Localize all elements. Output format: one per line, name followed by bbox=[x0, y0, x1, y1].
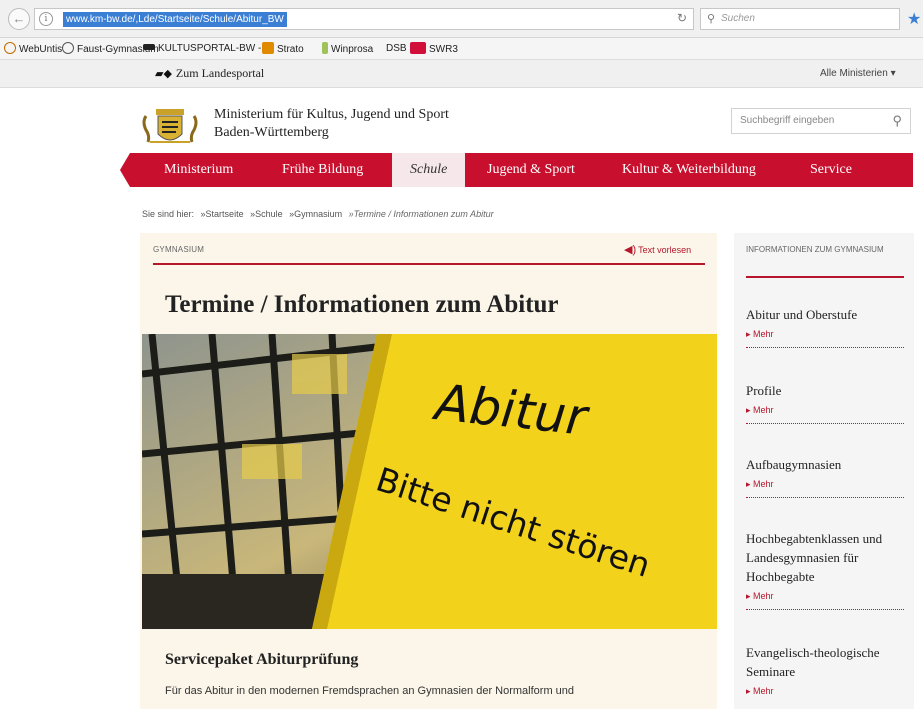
sidebar-divider bbox=[746, 276, 904, 278]
bookmarks-bar: WebUntis Faust-Gymnasium KULTUSPORTAL-BW… bbox=[0, 38, 923, 60]
section-divider bbox=[153, 263, 705, 265]
nav-ministerium[interactable]: Ministerium bbox=[164, 153, 233, 187]
breadcrumb-startseite[interactable]: »Startseite bbox=[201, 209, 244, 219]
browser-toolbar: ← i www.km-bw.de/,Lde/Startseite/Schule/… bbox=[0, 0, 923, 38]
bookmark-dsb[interactable]: DSB bbox=[386, 42, 407, 56]
landesportal-link[interactable]: ▰◆ Zum Landesportal bbox=[155, 66, 264, 81]
breadcrumb-prefix: Sie sind hier: bbox=[142, 209, 195, 219]
main-content: GYMNASIUM ◀) Text vorlesen Termine / Info… bbox=[140, 233, 717, 709]
sidebar-item-title[interactable]: Hochbegabtenklassen und Landesgymnasien … bbox=[746, 529, 906, 586]
search-icon[interactable]: ⚲ bbox=[892, 113, 902, 129]
sidebar-item-abitur-oberstufe[interactable]: Abitur und Oberstufe ▸ Mehr bbox=[746, 305, 906, 348]
breadcrumb-schule[interactable]: »Schule bbox=[250, 209, 283, 219]
coat-of-arms-logo[interactable] bbox=[140, 106, 200, 148]
dotted-divider bbox=[746, 423, 904, 424]
bookmark-swr3[interactable]: SWR3 bbox=[410, 42, 458, 57]
body-text: Für das Abitur in den modernen Fremdspra… bbox=[165, 685, 575, 697]
subheading: Servicepaket Abiturprüfung bbox=[165, 651, 359, 668]
search-icon: ⚲ bbox=[707, 13, 716, 25]
clock-icon bbox=[4, 42, 16, 54]
url-bar[interactable]: i www.km-bw.de/,Lde/Startseite/Schule/Ab… bbox=[34, 8, 694, 30]
read-aloud-button[interactable]: ◀) Text vorlesen bbox=[624, 243, 691, 256]
sidebar: INFORMATIONEN ZUM GYMNASIUM Abitur und O… bbox=[734, 233, 914, 709]
more-link[interactable]: ▸ Mehr bbox=[746, 405, 906, 416]
bookmark-webuntis[interactable]: WebUntis bbox=[4, 42, 62, 57]
dotted-divider bbox=[746, 609, 904, 610]
browser-search-placeholder: Suchen bbox=[721, 13, 755, 24]
sidebar-item-seminare[interactable]: Evangelisch-theologische Seminare ▸ Mehr bbox=[746, 643, 906, 697]
ministry-name[interactable]: Ministerium für Kultus, Jugend und Sport… bbox=[214, 106, 449, 142]
sidebar-item-profile[interactable]: Profile ▸ Mehr bbox=[746, 381, 906, 424]
bookmark-strato[interactable]: Strato bbox=[262, 42, 304, 57]
sidebar-item-aufbaugymnasien[interactable]: Aufbaugymnasien ▸ Mehr bbox=[746, 455, 906, 498]
ministerien-dropdown[interactable]: Alle Ministerien ▾ bbox=[820, 68, 896, 79]
sidebar-item-title[interactable]: Evangelisch-theologische Seminare bbox=[746, 643, 906, 681]
lion-icon: ▰◆ bbox=[155, 68, 172, 80]
speaker-icon: ◀) bbox=[624, 244, 637, 256]
page-title: Termine / Informationen zum Abitur bbox=[165, 291, 559, 318]
strato-icon bbox=[262, 42, 274, 54]
winprosa-icon bbox=[322, 42, 328, 54]
dotted-divider bbox=[746, 497, 904, 498]
lion-icon bbox=[143, 44, 155, 50]
main-navigation: Ministerium Frühe Bildung Schule Jugend … bbox=[120, 153, 913, 187]
sidebar-item-title[interactable]: Profile bbox=[746, 381, 906, 400]
site-search-placeholder: Suchbegriff eingeben bbox=[740, 115, 835, 126]
back-arrow-icon[interactable]: ← bbox=[8, 8, 30, 30]
site-top-strip: ▰◆ Zum Landesportal Alle Ministerien ▾ bbox=[0, 60, 923, 88]
bookmark-star-icon[interactable]: ★ bbox=[907, 9, 921, 29]
bookmark-winprosa[interactable]: Winprosa bbox=[322, 42, 373, 57]
dotted-divider bbox=[746, 347, 904, 348]
nav-schule[interactable]: Schule bbox=[392, 153, 466, 187]
ministry-name-line1: Ministerium für Kultus, Jugend und Sport bbox=[214, 107, 449, 122]
more-link[interactable]: ▸ Mehr bbox=[746, 479, 906, 490]
ministry-name-line2: Baden-Württemberg bbox=[214, 125, 329, 140]
bookmark-kultusportal[interactable]: KULTUSPORTAL-BW - ... bbox=[143, 42, 272, 56]
sidebar-item-hochbegabtenklassen[interactable]: Hochbegabtenklassen und Landesgymnasien … bbox=[746, 529, 906, 610]
sidebar-item-title[interactable]: Abitur und Oberstufe bbox=[746, 305, 906, 324]
nav-fruehe-bildung[interactable]: Frühe Bildung bbox=[282, 153, 363, 187]
browser-search-field[interactable]: ⚲ Suchen bbox=[700, 8, 900, 30]
more-link[interactable]: ▸ Mehr bbox=[746, 686, 906, 697]
nav-jugend-sport[interactable]: Jugend & Sport bbox=[487, 153, 575, 187]
info-icon[interactable]: i bbox=[39, 12, 53, 26]
sidebar-heading: INFORMATIONEN ZUM GYMNASIUM bbox=[746, 245, 884, 254]
site-search-input[interactable]: Suchbegriff eingeben ⚲ bbox=[731, 108, 911, 134]
nav-kultur-weiterbildung[interactable]: Kultur & Weiterbildung bbox=[622, 153, 756, 187]
section-label: GYMNASIUM bbox=[153, 245, 205, 254]
reload-icon[interactable]: ↻ bbox=[677, 11, 687, 25]
breadcrumb-gymnasium[interactable]: »Gymnasium bbox=[289, 209, 342, 219]
sidebar-item-title[interactable]: Aufbaugymnasien bbox=[746, 455, 906, 474]
globe-icon bbox=[62, 42, 74, 54]
url-text[interactable]: www.km-bw.de/,Lde/Startseite/Schule/Abit… bbox=[63, 12, 287, 27]
breadcrumb-current: »Termine / Informationen zum Abitur bbox=[348, 209, 494, 219]
more-link[interactable]: ▸ Mehr bbox=[746, 329, 906, 340]
hero-image: Abitur Bitte nicht stören bbox=[142, 334, 717, 629]
breadcrumb: Sie sind hier: »Startseite »Schule »Gymn… bbox=[142, 209, 494, 219]
more-link[interactable]: ▸ Mehr bbox=[746, 591, 906, 602]
swr3-icon bbox=[410, 42, 426, 54]
nav-service[interactable]: Service bbox=[810, 153, 852, 187]
